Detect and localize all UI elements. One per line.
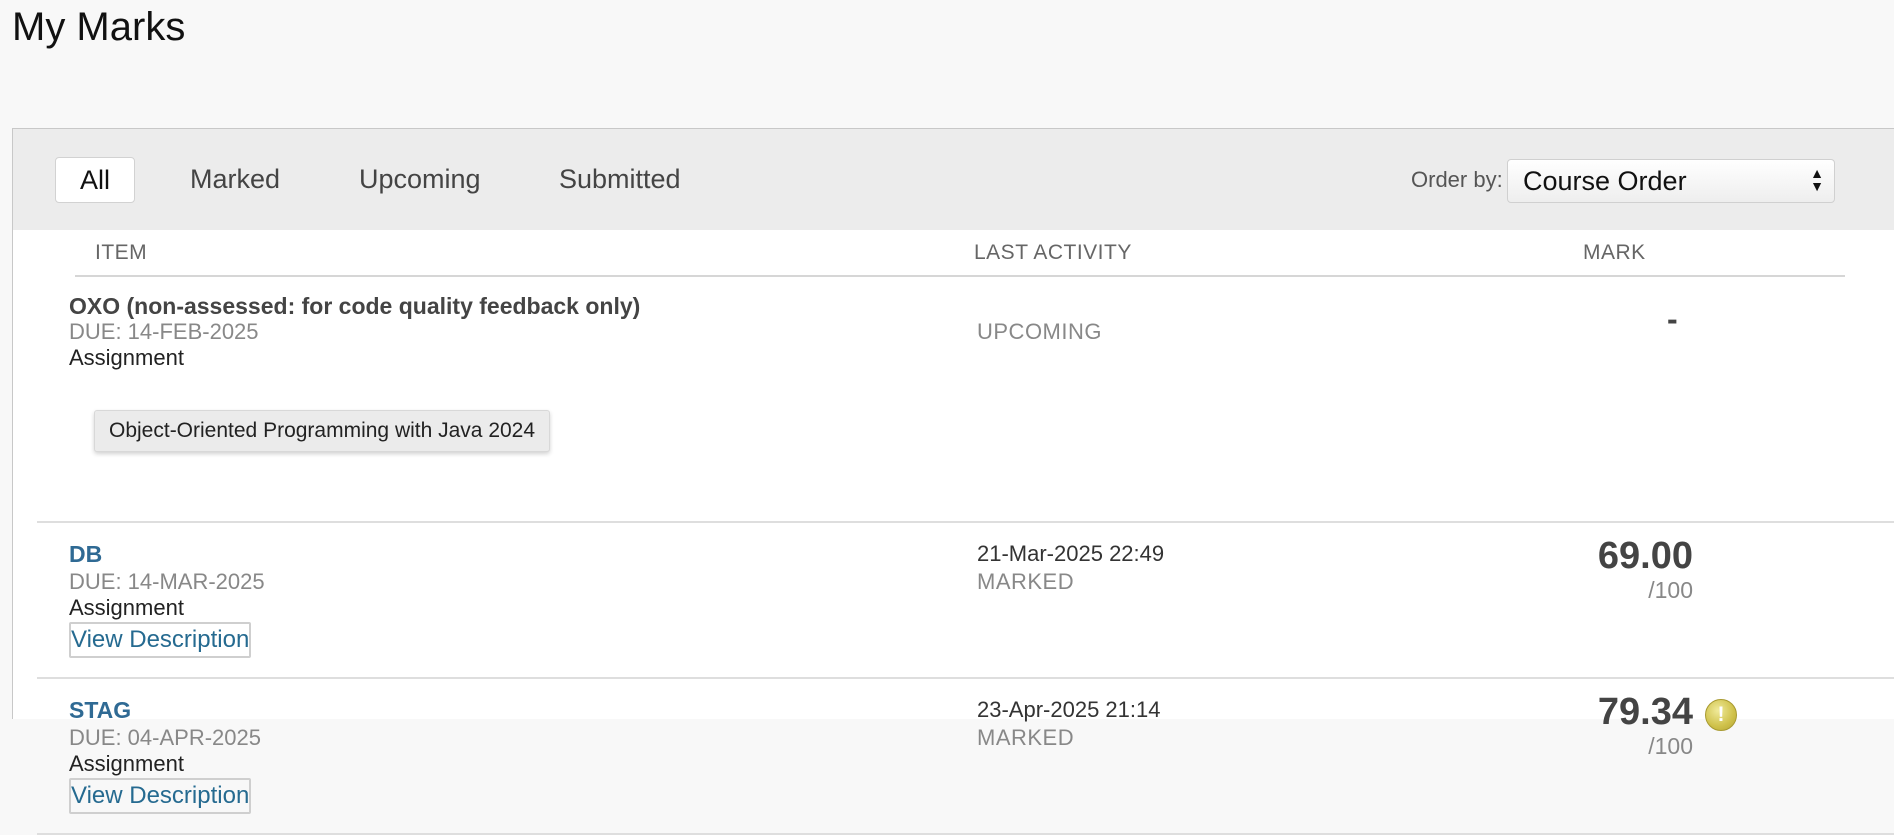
item-title-link[interactable]: DB xyxy=(69,541,102,568)
mark-value: - xyxy=(1667,301,1678,337)
select-arrows-icon: ▲ ▼ xyxy=(1810,165,1824,194)
item-due-date: DUE: 14-FEB-2025 xyxy=(69,319,259,344)
item-title: OXO (non-assessed: for code quality feed… xyxy=(69,293,641,319)
exclamation-icon[interactable]: ! xyxy=(1705,699,1737,731)
activity-status: UPCOMING xyxy=(977,319,1102,344)
tab-marked[interactable]: Marked xyxy=(190,157,280,201)
activity-date: 21-Mar-2025 22:49 xyxy=(977,541,1165,566)
course-tooltip: Object-Oriented Programming with Java 20… xyxy=(94,410,551,452)
table-row: STAG DUE: 04-APR-2025 Assignment View De… xyxy=(37,677,1894,835)
activity-status: MARKED xyxy=(977,725,1075,750)
order-by-value: Course Order xyxy=(1523,166,1687,196)
tab-all[interactable]: All xyxy=(55,157,136,203)
item-type: Assignment xyxy=(69,345,184,370)
view-description-button[interactable]: View Description xyxy=(69,778,252,814)
activity-date: 23-Apr-2025 21:14 xyxy=(977,697,1161,722)
mark-out-of: /100 xyxy=(1648,733,1693,759)
order-by-label: Order by: xyxy=(1411,167,1503,192)
mark-value: 79.34 xyxy=(1597,691,1693,733)
mark-value: 69.00 xyxy=(1597,535,1693,577)
page-title: My Marks xyxy=(12,5,186,49)
tab-submitted[interactable]: Submitted xyxy=(559,157,681,201)
column-header-last-activity: LAST ACTIVITY xyxy=(974,241,1132,264)
mark-out-of: /100 xyxy=(1648,577,1693,603)
filter-bar: All Marked Upcoming Submitted Order by: … xyxy=(13,129,1894,230)
column-header-item: ITEM xyxy=(95,241,148,264)
item-due-date: DUE: 04-APR-2025 xyxy=(69,725,261,750)
item-title-link[interactable]: STAG xyxy=(69,697,131,724)
item-type: Assignment xyxy=(69,595,184,620)
item-due-date: DUE: 14-MAR-2025 xyxy=(69,569,265,594)
order-by-select[interactable]: Course Order ▲ ▼ xyxy=(1507,159,1835,203)
tab-upcoming[interactable]: Upcoming xyxy=(359,157,481,201)
item-type: Assignment xyxy=(69,751,184,776)
table-row: DB DUE: 14-MAR-2025 Assignment View Desc… xyxy=(37,521,1894,679)
view-description-button[interactable]: View Description xyxy=(69,622,252,658)
table-row: OXO (non-assessed: for code quality feed… xyxy=(37,277,1894,523)
activity-status: MARKED xyxy=(977,569,1075,594)
column-header-mark: MARK xyxy=(1583,241,1646,264)
